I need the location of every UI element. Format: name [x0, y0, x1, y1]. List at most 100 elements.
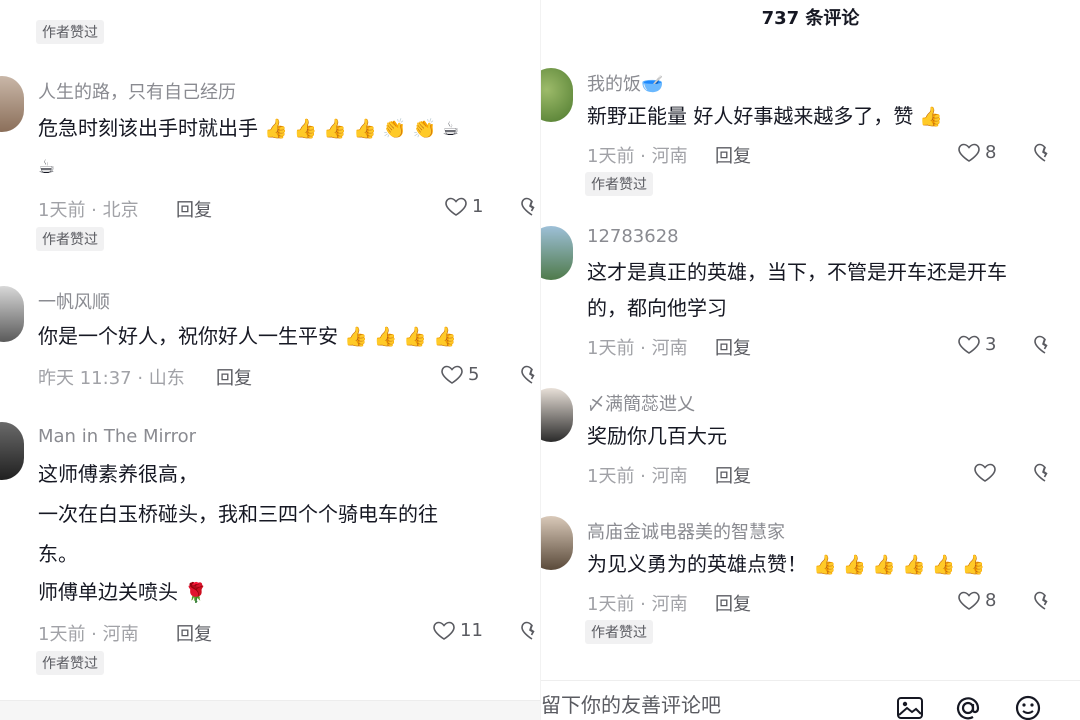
comment-count-title: 737 条评论 [761, 8, 860, 29]
comment-text-line: 新野正能量 好人好事越来越多了，赞 [587, 104, 914, 128]
comment-time-location: 1天前 · 河南 [587, 146, 688, 167]
reply-button[interactable]: 回复 [216, 364, 252, 390]
like-count: 8 [985, 141, 997, 163]
broken-heart-icon[interactable] [520, 618, 540, 642]
comment-item: 高庙金诚电器美的智慧家 为见义勇为的英雄点赞！ 👍 👍 👍 👍 👍 👍 1天前 ·… [541, 514, 1080, 644]
comment-time-location: 1天前 · 河南 [587, 466, 688, 487]
comment-text: 你是一个好人，祝你好人一生平安 👍 👍 👍 👍 [38, 318, 457, 355]
heart-outline-icon [974, 463, 996, 482]
avatar[interactable] [541, 68, 573, 122]
broken-heart-icon[interactable] [1033, 460, 1057, 484]
avatar[interactable] [0, 76, 24, 132]
comment-item: 12783628 这才是真正的英雄，当下，不管是开车还是开车 的，都向他学习 1… [541, 222, 1080, 372]
rose-emoji: 🌹 [184, 582, 208, 604]
emoji-row: 👍 👍 👍 👍 👏 👏 ☕ [264, 118, 460, 140]
comment-text-line: 这师傅素养很高， [38, 462, 198, 486]
comment-item: 一帆风顺 你是一个好人，祝你好人一生平安 👍 👍 👍 👍 昨天 11:37 · 山… [0, 280, 540, 400]
like-count: 11 [460, 619, 483, 641]
comment-text-line: 这才是真正的英雄，当下，不管是开车还是开车 [587, 260, 1007, 284]
reply-button[interactable]: 回复 [715, 590, 751, 616]
comment-text: ☕ [38, 148, 55, 185]
comment-text-line: 一次在白玉桥碰头，我和三四个个骑电车的往 [38, 502, 438, 526]
broken-heart-icon[interactable] [1033, 588, 1057, 612]
reply-button[interactable]: 回复 [715, 334, 751, 360]
comment-text: 为见义勇为的英雄点赞！ 👍 👍 👍 👍 👍 👍 [587, 546, 985, 583]
avatar[interactable] [541, 226, 573, 280]
like-button[interactable]: 1 [444, 194, 483, 218]
left-bottom-divider [0, 700, 540, 720]
comment-text: 师傅单边关喷头 🌹 [38, 574, 208, 611]
like-count: 3 [985, 333, 997, 355]
like-count: 5 [468, 363, 480, 385]
like-button[interactable]: 8 [957, 588, 996, 612]
comment-text-line: 师傅单边关喷头 [38, 580, 178, 604]
emoji-row: 👍 [919, 106, 944, 128]
comment-time-location: 1天前 · 北京 [38, 200, 139, 221]
heart-outline-icon [445, 197, 467, 216]
avatar[interactable] [541, 516, 573, 570]
author-liked-badge: 作者赞过 [36, 651, 104, 675]
reply-button[interactable]: 回复 [715, 462, 751, 488]
like-count: 1 [472, 195, 484, 217]
right-comment-panel: 737 条评论 我的饭🥣 新野正能量 好人好事越来越多了，赞 👍 1天前 · 河南… [540, 0, 1080, 720]
left-comment-panel: 作者赞过 人生的路，只有自己经历 危急时刻该出手时就出手 👍 👍 👍 👍 👏 👏 … [0, 0, 540, 720]
author-liked-badge: 作者赞过 [36, 20, 104, 44]
comment-text-line: 危急时刻该出手时就出手 [38, 116, 258, 140]
comment-username[interactable]: 一帆风顺 [38, 288, 110, 314]
reply-button[interactable]: 回复 [176, 620, 212, 646]
comment-text: 危急时刻该出手时就出手 👍 👍 👍 👍 👏 👏 ☕ [38, 110, 459, 147]
comment-item: 人生的路，只有自己经历 危急时刻该出手时就出手 👍 👍 👍 👍 👏 👏 ☕ ☕ 1… [0, 70, 540, 251]
author-liked-badge: 作者赞过 [36, 227, 104, 251]
emoji-row: 👍 👍 👍 👍 👍 👍 [813, 554, 986, 576]
author-liked-badge: 作者赞过 [585, 172, 653, 196]
emoji-row: 👍 👍 👍 👍 [344, 326, 457, 348]
comment-input[interactable] [541, 689, 881, 720]
comment-username[interactable]: 高庙金诚电器美的智慧家 [587, 518, 785, 544]
username-text: 我的饭 [587, 74, 641, 95]
comment-username[interactable]: 人生的路，只有自己经历 [38, 78, 236, 104]
comment-time-location: 1天前 · 河南 [587, 338, 688, 359]
heart-outline-icon [958, 335, 980, 354]
at-icon[interactable] [953, 693, 983, 720]
comment-text-line: 你是一个好人，祝你好人一生平安 [38, 324, 338, 348]
author-liked-badge: 作者赞过 [585, 620, 653, 644]
broken-heart-icon[interactable] [520, 194, 540, 218]
avatar[interactable] [541, 388, 573, 442]
like-button[interactable]: 8 [957, 140, 996, 164]
comment-username[interactable]: 12783628 [587, 226, 679, 247]
comment-time-location: 1天前 · 河南 [587, 594, 688, 615]
avatar[interactable] [0, 286, 24, 342]
broken-heart-icon[interactable] [1033, 332, 1057, 356]
comment-item: Man in The Mirror 这师傅素养很高， 一次在白玉桥碰头，我和三四… [0, 418, 540, 678]
smiley-icon[interactable] [1013, 693, 1043, 720]
like-button[interactable]: 5 [440, 362, 479, 386]
comment-item: 我的饭🥣 新野正能量 好人好事越来越多了，赞 👍 1天前 · 河南 回复 8 作者… [541, 66, 1080, 196]
comment-username[interactable]: Man in The Mirror [38, 426, 196, 447]
like-button[interactable] [973, 460, 1001, 484]
comment-time-location: 昨天 11:37 · 山东 [38, 368, 185, 389]
like-button[interactable]: 11 [432, 618, 483, 642]
heart-outline-icon [958, 143, 980, 162]
reply-button[interactable]: 回复 [176, 196, 212, 222]
heart-outline-icon [958, 591, 980, 610]
comment-text-line: 为见义勇为的英雄点赞！ [587, 552, 807, 576]
broken-heart-icon[interactable] [520, 362, 540, 386]
comment-time-location: 1天前 · 河南 [38, 624, 139, 645]
heart-outline-icon [433, 621, 455, 640]
comment-username[interactable]: 我的饭🥣 [587, 70, 663, 96]
bowl-emoji: 🥣 [641, 74, 664, 95]
image-icon[interactable] [895, 693, 925, 720]
comment-input-bar [541, 680, 1080, 720]
coffee-emoji: ☕ [38, 156, 56, 178]
like-count: 8 [985, 589, 997, 611]
avatar[interactable] [0, 422, 24, 480]
comment-text: 新野正能量 好人好事越来越多了，赞 👍 [587, 98, 943, 135]
like-button[interactable]: 3 [957, 332, 996, 356]
comment-username[interactable]: 〆满簡蕊迣乂 [587, 390, 695, 416]
reply-button[interactable]: 回复 [715, 142, 751, 168]
comment-text-line: 的，都向他学习 [587, 296, 727, 320]
heart-outline-icon [441, 365, 463, 384]
comment-item: 〆满簡蕊迣乂 奖励你几百大元 1天前 · 河南 回复 [541, 386, 1080, 496]
broken-heart-icon[interactable] [1033, 140, 1057, 164]
comment-text-line: 东。 [38, 542, 78, 566]
